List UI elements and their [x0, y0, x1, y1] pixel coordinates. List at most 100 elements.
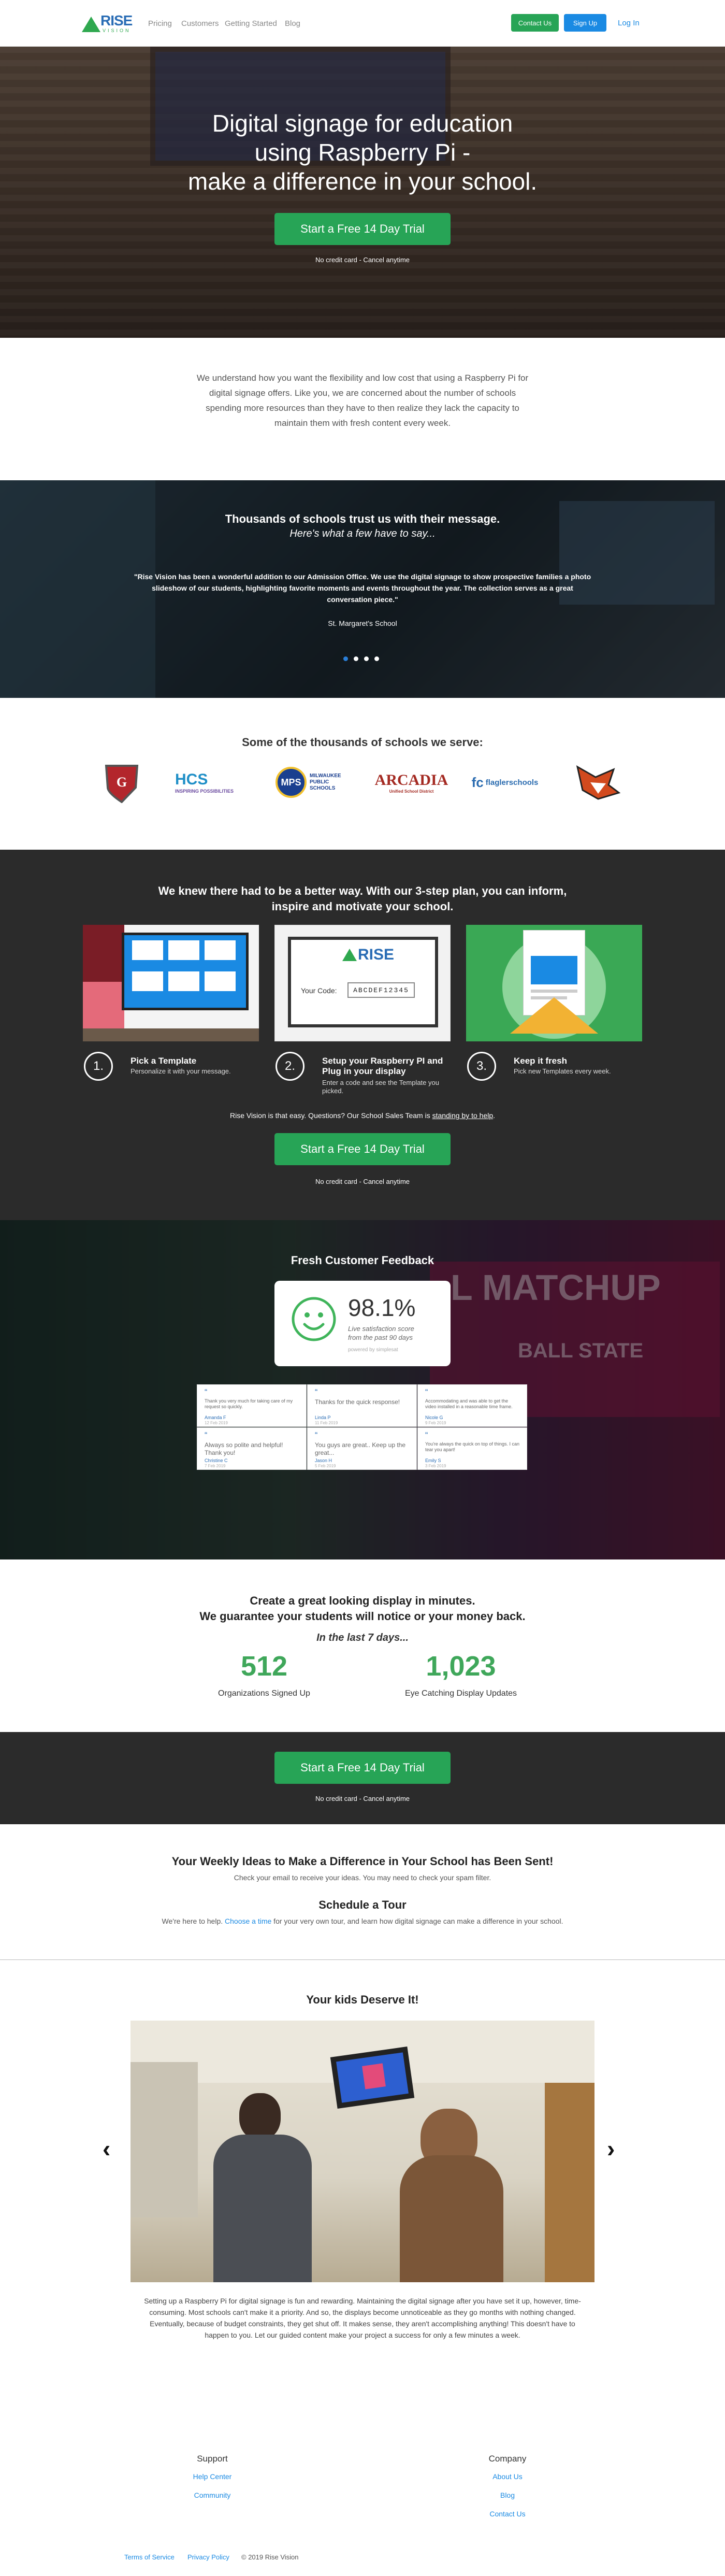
choose-time-link[interactable]: Choose a time [225, 1917, 271, 1925]
student-boy-head [239, 2093, 281, 2140]
log-in-link[interactable]: Log In [618, 19, 640, 27]
quote-icon: “ [315, 1431, 318, 1440]
testimonial-section: Thousands of schools trust us with their… [0, 480, 725, 698]
carousel-dot-3[interactable] [364, 656, 369, 661]
feedback-card: “Always so polite and helpful! Thank you… [197, 1427, 307, 1470]
step-2-desc: Enter a code and see the Template you pi… [322, 1079, 439, 1095]
feedback-card: “Thank you very much for taking care of … [197, 1384, 307, 1427]
hero-title: Digital signage for education using Rasp… [187, 110, 538, 195]
plan-no-credit-card-note: No credit card - Cancel anytime [315, 1178, 410, 1185]
testimonial-quote: "Rise Vision has been a wonderful additi… [134, 573, 591, 604]
feedback-card: “You guys are great.. Keep up the great.… [307, 1427, 417, 1470]
terms-of-service-link[interactable]: Terms of Service [124, 2553, 175, 2561]
step-3-title: Keep it fresh [514, 1056, 567, 1066]
school-logo-arcadia: ARCADIA Unified School District [374, 771, 448, 794]
feedback-card: “Accommodating and was able to get the v… [417, 1384, 527, 1427]
footer-support-heading: Support [197, 2454, 228, 2464]
school-logo-flagler: fc flaglerschools [471, 774, 539, 790]
standing-by-link[interactable]: standing by to help [432, 1111, 494, 1120]
code-label: Your Code: [301, 986, 337, 995]
step-2-title: Setup your Raspberry PI and Plug in your… [322, 1056, 443, 1076]
section-divider [0, 1959, 725, 1960]
schools-heading: Some of the thousands of schools we serv… [242, 736, 483, 749]
carousel-next-arrow-icon[interactable]: › [607, 2135, 615, 2163]
carousel-dot-4[interactable] [374, 656, 379, 661]
shield-crest-icon: G [105, 765, 139, 803]
nav-getting-started[interactable]: Getting Started [225, 19, 277, 28]
testimonial-heading: Thousands of schools trust us with their… [225, 512, 500, 525]
footer-help-center-link[interactable]: Help Center [161, 2472, 264, 2481]
svg-text:G: G [117, 775, 127, 790]
satisfaction-card: 98.1% Live satisfaction score from the p… [274, 1281, 451, 1366]
stat-orgs-label: Organizations Signed Up [218, 1689, 310, 1698]
step-1-number: 1. [84, 1052, 113, 1081]
feedback-card: “Thanks for the quick response! Linda P 11… [307, 1384, 417, 1427]
ideas-heading: Your Weekly Ideas to Make a Difference i… [171, 1855, 554, 1868]
step-3-number: 3. [467, 1052, 496, 1081]
ideas-subtext: Check your email to receive your ideas. … [234, 1873, 491, 1882]
plan-help-note: Rise Vision is that easy. Questions? Our… [229, 1111, 496, 1120]
school-logo-hcs: HCS INSPIRING POSSIBILITIES [175, 771, 234, 794]
step-1-illustration [83, 925, 259, 1041]
step-1-desc: Personalize it with your message. [130, 1067, 231, 1075]
tour-heading: Schedule a Tour [318, 1898, 407, 1911]
sign-up-button[interactable]: Sign Up [564, 14, 606, 32]
hero-section: Digital signage for education using Rasp… [0, 47, 725, 338]
feedback-heading: Fresh Customer Feedback [291, 1254, 434, 1267]
quote-icon: “ [205, 1388, 208, 1397]
school-logo-fox [570, 762, 627, 803]
band-trial-button[interactable]: Start a Free 14 Day Trial [274, 1752, 451, 1784]
step-2-logo-text: RISE [358, 946, 395, 963]
footer-contact-us-link[interactable]: Contact Us [456, 2510, 559, 2518]
step-2-illustration: RISE Your Code: ABCDEF12345 [274, 925, 451, 1041]
step-1-title: Pick a Template [130, 1056, 197, 1066]
carousel-dot-1[interactable] [343, 656, 348, 661]
logo-text: RISE [100, 12, 133, 28]
quote-icon: “ [205, 1431, 208, 1440]
nav-customers[interactable]: Customers [181, 19, 219, 28]
student-boy [213, 2135, 312, 2282]
footer-community-link[interactable]: Community [161, 2491, 264, 2499]
privacy-policy-link[interactable]: Privacy Policy [187, 2553, 229, 2561]
kids-carousel-slide [130, 2021, 594, 2282]
satisfaction-score: 98.1% [348, 1294, 416, 1321]
stats-period: In the last 7 days... [316, 1632, 409, 1643]
school-logo-mps: MPS MILWAUKEE PUBLIC SCHOOLS [272, 762, 355, 803]
fox-mascot-icon [576, 765, 621, 800]
code-value: ABCDEF12345 [347, 982, 415, 998]
carousel-prev-arrow-icon[interactable]: ‹ [103, 2135, 110, 2163]
contact-us-button[interactable]: Contact Us [511, 14, 559, 32]
copyright-text: © 2019 Rise Vision [241, 2553, 299, 2561]
footer-company-heading: Company [488, 2454, 527, 2464]
envelope-icon [510, 997, 598, 1034]
footer-blog-link[interactable]: Blog [456, 2491, 559, 2499]
quote-icon: “ [425, 1388, 428, 1397]
intro-text: We understand how you want the flexibili… [196, 373, 529, 428]
hero-trial-button[interactable]: Start a Free 14 Day Trial [274, 213, 451, 245]
nav-pricing[interactable]: Pricing [148, 19, 172, 28]
testimonial-author: St. Margaret's School [328, 619, 397, 627]
nav-blog[interactable]: Blog [285, 19, 300, 28]
kids-text: Setting up a Raspberry Pi for digital si… [144, 2297, 581, 2339]
stat-orgs-value: 512 [240, 1651, 288, 1682]
school-logo-gt: G [101, 762, 142, 803]
plan-trial-button[interactable]: Start a Free 14 Day Trial [274, 1133, 451, 1165]
tour-text: We're here to help. Choose a time for yo… [162, 1917, 563, 1925]
powered-by-simplesat: powered by simplesat [348, 1347, 398, 1353]
quote-icon: “ [425, 1431, 428, 1440]
carousel-dot-2[interactable] [354, 656, 358, 661]
wooden-door [545, 2083, 594, 2282]
stat-updates-value: 1,023 [426, 1651, 496, 1682]
smiley-face-icon [292, 1297, 336, 1341]
band-no-credit-card-note: No credit card - Cancel anytime [315, 1795, 410, 1802]
student-girl [400, 2155, 503, 2282]
hero-no-credit-card-note: No credit card - Cancel anytime [315, 256, 410, 264]
rise-vision-logo[interactable]: RISE VISION [82, 11, 139, 34]
step-3-illustration [466, 925, 642, 1041]
footer-about-us-link[interactable]: About Us [456, 2472, 559, 2481]
stats-heading: Create a great looking display in minute… [199, 1594, 526, 1623]
quote-icon: “ [315, 1388, 318, 1397]
stat-updates-label: Eye Catching Display Updates [404, 1689, 517, 1698]
testimonial-subheading: Here's what a few have to say... [289, 528, 436, 539]
plan-heading: We knew there had to be a better way. Wi… [158, 884, 567, 913]
